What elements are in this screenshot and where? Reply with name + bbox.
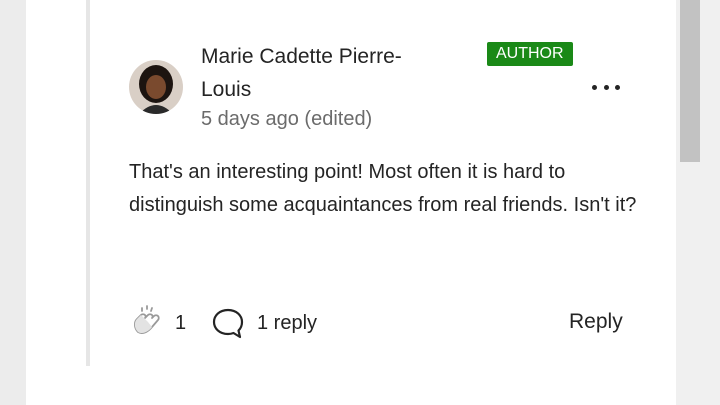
clap-count: 1 bbox=[175, 312, 187, 334]
thread-line bbox=[86, 0, 90, 366]
clap-icon[interactable] bbox=[128, 302, 166, 340]
avatar-image bbox=[129, 60, 183, 114]
menu-dot bbox=[603, 84, 609, 90]
author-name[interactable]: Marie Cadette Pierre-Louis bbox=[201, 40, 451, 106]
comment-timestamp[interactable]: 5 days ago (edited) bbox=[201, 105, 372, 133]
comment-body: That's an interesting point! Most often … bbox=[129, 161, 637, 216]
author-badge: AUTHOR bbox=[487, 42, 573, 66]
reply-button[interactable]: Reply bbox=[569, 308, 623, 336]
more-horizontal-icon[interactable] bbox=[592, 78, 620, 96]
menu-dot bbox=[615, 84, 620, 90]
scrollbar-thumb[interactable] bbox=[680, 0, 700, 162]
avatar[interactable] bbox=[129, 60, 183, 114]
menu-dot bbox=[592, 84, 597, 90]
replies-link[interactable]: 1 reply bbox=[257, 310, 317, 336]
speech-bubble-icon[interactable] bbox=[210, 305, 246, 341]
